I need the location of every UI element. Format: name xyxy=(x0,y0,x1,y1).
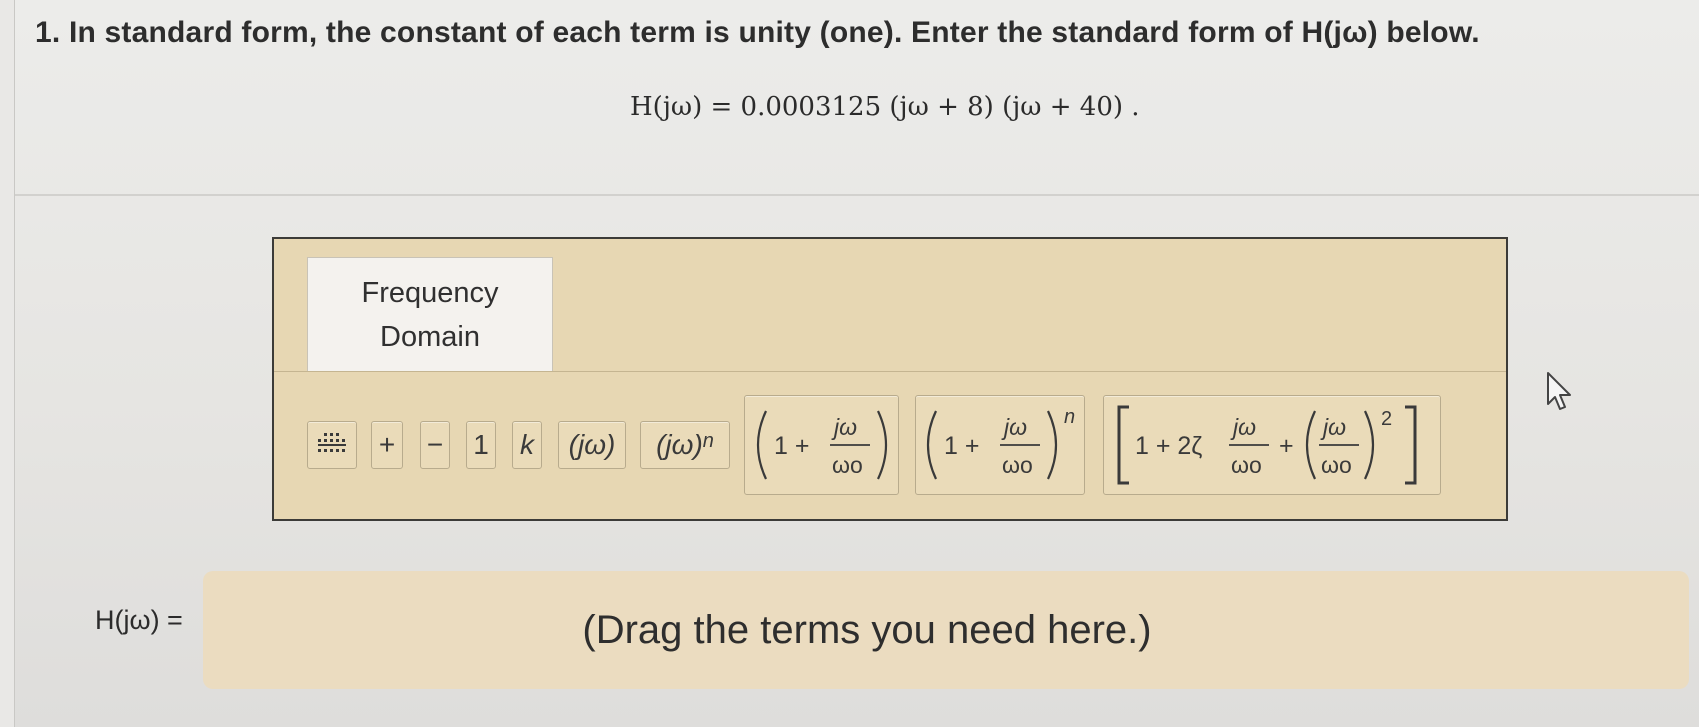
transfer-function-equation: H(jω) = 0.0003125 (jω + 8) (jω + 40) . xyxy=(630,92,1140,122)
second-order-denominator: ωo xyxy=(1231,452,1262,478)
second-order-exponent: 2 xyxy=(1381,408,1392,430)
tab-frequency-domain[interactable]: Frequency Domain xyxy=(307,257,553,371)
palette-tab-header: Frequency Domain xyxy=(274,239,1506,372)
answer-label: H(jω) = xyxy=(95,605,183,635)
term-palette: Frequency Domain + − 1 k (jω) (jω) n 1 +… xyxy=(272,237,1508,521)
second-order-squared-numerator: jω xyxy=(1320,414,1346,440)
k-tile[interactable]: k xyxy=(512,421,542,469)
minus-tile[interactable]: − xyxy=(420,421,450,469)
jw-tile[interactable]: (jω) xyxy=(558,421,626,469)
answer-drop-zone[interactable]: (Drag the terms you need here.) xyxy=(203,571,1689,689)
first-order-power-denominator: ωo xyxy=(1002,452,1033,478)
section-divider xyxy=(15,194,1699,196)
question-text: 1. In standard form, the constant of eac… xyxy=(35,16,1480,49)
second-order-term-tile[interactable]: 1 + 2ζ jω ωo + jω ωo 2 xyxy=(1103,395,1441,495)
first-order-prefix: 1 + xyxy=(774,432,809,460)
first-order-numerator: jω xyxy=(831,414,857,440)
second-order-squared-denominator: ωo xyxy=(1321,452,1352,478)
first-order-power-prefix: 1 + xyxy=(944,432,979,460)
fraction-icon xyxy=(318,433,346,452)
second-order-term-graphic: 1 + 2ζ jω ωo + jω ωo 2 xyxy=(1117,405,1417,485)
mouse-pointer-icon xyxy=(1547,372,1571,410)
question-page: 1. In standard form, the constant of eac… xyxy=(14,0,1699,727)
second-order-plus: + xyxy=(1279,432,1294,460)
drop-zone-placeholder: (Drag the terms you need here.) xyxy=(582,607,1152,652)
first-order-power-numerator: jω xyxy=(1001,414,1027,440)
second-order-prefix: 1 + 2ζ xyxy=(1135,432,1202,460)
second-order-numerator: jω xyxy=(1230,414,1256,440)
first-order-power-n-tile[interactable]: 1 + jω ωo n xyxy=(915,395,1085,495)
tab-label-line1: Frequency xyxy=(361,276,499,309)
first-order-term-graphic: 1 + jω ωo xyxy=(756,410,887,480)
first-order-power-graphic: 1 + jω ωo n xyxy=(926,406,1075,480)
exponent-n: n xyxy=(702,429,714,452)
jw-tile-label: (jω) xyxy=(568,429,616,460)
jw-power-label: (jω) xyxy=(656,429,703,460)
plus-tile[interactable]: + xyxy=(371,421,403,469)
tab-label-line2: Domain xyxy=(380,320,480,353)
fraction-tile[interactable] xyxy=(307,421,357,469)
first-order-denominator: ωo xyxy=(832,452,863,478)
first-order-term-tile[interactable]: 1 + jω ωo xyxy=(744,395,899,495)
first-order-power-exponent: n xyxy=(1064,406,1075,428)
jw-power-n-tile[interactable]: (jω) n xyxy=(640,421,730,469)
one-tile[interactable]: 1 xyxy=(466,421,496,469)
